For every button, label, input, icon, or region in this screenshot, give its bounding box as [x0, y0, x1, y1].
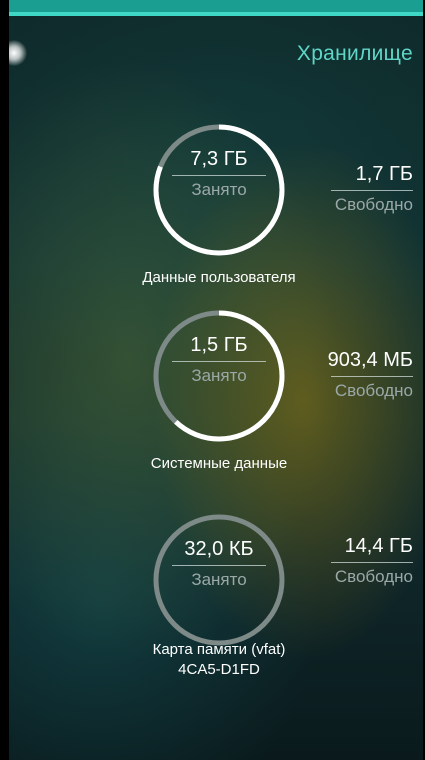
used-divider [172, 361, 266, 362]
used-value: 1,5 ГБ [190, 334, 248, 356]
free-divider [331, 562, 413, 563]
usage-ring: 32,0 КБ Занято [152, 513, 286, 647]
free-value: 1,7 ГБ [355, 163, 413, 185]
used-label: Занято [191, 180, 247, 199]
free-value: 903,4 МБ [327, 349, 413, 371]
free-divider [331, 376, 413, 377]
pulley-indicator [9, 40, 27, 66]
used-label: Занято [191, 570, 247, 589]
storage-name: Карта памяти (vfat) [152, 641, 286, 658]
used-divider [172, 565, 266, 566]
usage-ring: 7,3 ГБ Занято [152, 123, 286, 257]
page-title: Хранилище [296, 42, 413, 65]
free-value: 14,4 ГБ [344, 535, 413, 557]
used-value: 7,3 ГБ [190, 148, 248, 170]
used-label: Занято [191, 366, 247, 385]
storage-name: Данные пользователя [142, 269, 296, 286]
used-value: 32,0 КБ [184, 538, 254, 560]
storage-name: Системные данные [150, 455, 288, 472]
storage-name-id: 4CA5-D1FD [178, 661, 260, 678]
free-divider [331, 190, 413, 191]
storage-screen: Хранилище 7,3 ГБ Занято 1,7 ГБ Свободно … [9, 0, 423, 760]
status-bar [9, 0, 423, 16]
usage-ring: 1,5 ГБ Занято [152, 309, 286, 443]
free-label: Свободно [334, 195, 413, 214]
used-divider [172, 175, 266, 176]
free-label: Свободно [334, 381, 413, 400]
free-label: Свободно [334, 567, 413, 586]
